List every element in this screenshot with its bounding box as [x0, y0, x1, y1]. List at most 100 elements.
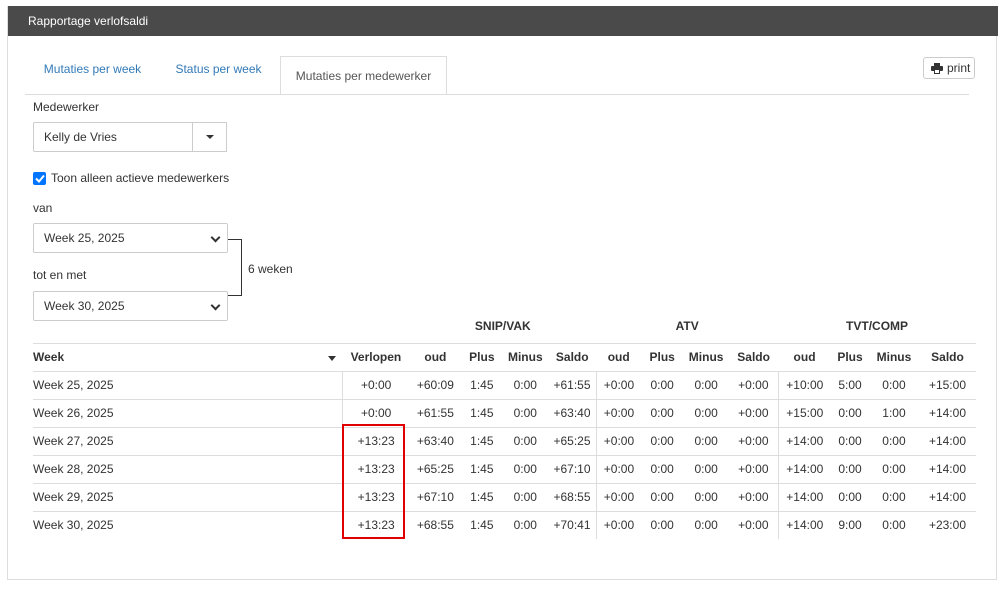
cell-tvt-oud: +14:00 — [778, 454, 832, 483]
cell-snip-minus: 0:00 — [502, 398, 549, 427]
cell-atv-oud: +0:00 — [596, 510, 642, 539]
cell-tvt-minus: 0:00 — [869, 426, 919, 455]
column-header-atv-minus: Minus — [683, 342, 730, 371]
from-week-value: Week 25, 2025 — [44, 231, 125, 245]
employee-value: Kelly de Vries — [44, 130, 117, 144]
cell-atv-saldo: +0:00 — [729, 454, 779, 483]
cell-atv-saldo: +0:00 — [729, 426, 779, 455]
cell-tvt-saldo: +14:00 — [918, 482, 976, 511]
column-header-snip-saldo: Saldo — [548, 342, 597, 371]
cell-tvt-saldo: +15:00 — [918, 370, 976, 399]
cell-tvt-saldo: +14:00 — [918, 454, 976, 483]
cell-tvt-oud: +14:00 — [778, 426, 832, 455]
tab-mutaties-per-week[interactable]: Mutaties per week — [31, 50, 154, 89]
cell-atv-oud: +0:00 — [596, 454, 642, 483]
cell-snip-plus: 1:45 — [461, 454, 503, 483]
cell-snip-minus: 0:00 — [502, 454, 549, 483]
tab-status-per-week[interactable]: Status per week — [160, 50, 277, 89]
cell-tvt-oud: +14:00 — [778, 510, 832, 539]
employee-combobox[interactable]: Kelly de Vries — [33, 122, 193, 152]
report-table: SNIP/VAK ATV TVT/COMP Week Verlopen oud … — [33, 309, 976, 539]
cell-snip-minus: 0:00 — [502, 482, 549, 511]
cell-tvt-oud: +10:00 — [778, 370, 832, 399]
cell-week: Week 30, 2025 — [33, 510, 343, 539]
cell-snip-oud: +60:09 — [409, 370, 462, 399]
employee-label: Medewerker — [33, 100, 100, 114]
printer-icon — [931, 62, 943, 74]
column-header-atv-plus: Plus — [641, 342, 684, 371]
cell-tvt-plus: 0:00 — [831, 454, 869, 483]
cell-week: Week 28, 2025 — [33, 454, 343, 483]
cell-tvt-oud: +15:00 — [778, 398, 832, 427]
cell-snip-plus: 1:45 — [461, 398, 503, 427]
cell-atv-oud: +0:00 — [596, 370, 642, 399]
tab-mutaties-per-medewerker[interactable]: Mutaties per medewerker — [280, 56, 447, 95]
cell-tvt-minus: 0:00 — [869, 510, 919, 539]
cell-snip-saldo: +68:55 — [548, 482, 597, 511]
cell-atv-plus: 0:00 — [641, 370, 684, 399]
column-header-snip-minus: Minus — [502, 342, 549, 371]
group-header-row: SNIP/VAK ATV TVT/COMP — [33, 309, 976, 343]
cell-verlopen: +13:23 — [342, 510, 410, 539]
cell-tvt-plus: 0:00 — [831, 398, 869, 427]
cell-atv-plus: 0:00 — [641, 454, 684, 483]
cell-verlopen: +13:23 — [342, 454, 410, 483]
cell-tvt-plus: 9:00 — [831, 510, 869, 539]
cell-atv-minus: 0:00 — [683, 398, 730, 427]
from-week-select[interactable]: Week 25, 2025 — [33, 223, 228, 253]
print-label: print — [947, 61, 971, 75]
cell-snip-saldo: +63:40 — [548, 398, 597, 427]
column-header-week[interactable]: Week — [33, 342, 343, 371]
cell-atv-plus: 0:00 — [641, 398, 684, 427]
cell-tvt-saldo: +14:00 — [918, 426, 976, 455]
cell-snip-oud: +68:55 — [409, 510, 462, 539]
cell-snip-oud: +67:10 — [409, 482, 462, 511]
cell-snip-oud: +65:25 — [409, 454, 462, 483]
group-header-empty — [33, 309, 342, 343]
active-only-checkbox[interactable] — [33, 172, 46, 185]
cell-atv-minus: 0:00 — [683, 370, 730, 399]
cell-tvt-minus: 0:00 — [869, 482, 919, 511]
cell-atv-oud: +0:00 — [596, 398, 642, 427]
cell-snip-minus: 0:00 — [502, 370, 549, 399]
cell-atv-plus: 0:00 — [641, 426, 684, 455]
chevron-down-icon — [210, 232, 221, 243]
table-body: Week 25, 2025 +0:00 +60:09 1:45 0:00 +61:55 +0… — [33, 370, 976, 539]
duration-text: 6 weken — [248, 262, 293, 276]
caret-down-icon — [205, 135, 214, 139]
print-button[interactable]: print — [923, 57, 975, 79]
cell-snip-plus: 1:45 — [461, 482, 503, 511]
column-header-tvt-oud: oud — [778, 342, 832, 371]
cell-tvt-oud: +14:00 — [778, 482, 832, 511]
cell-tvt-minus: 0:00 — [869, 454, 919, 483]
cell-tvt-saldo: +14:00 — [918, 398, 976, 427]
table-row: Week 28, 2025 +13:23 +65:25 1:45 0:00 +67:10 +… — [33, 454, 976, 483]
cell-atv-minus: 0:00 — [683, 482, 730, 511]
cell-atv-minus: 0:00 — [683, 510, 730, 539]
cell-tvt-plus: 0:00 — [831, 426, 869, 455]
column-header-snip-oud: oud — [409, 342, 462, 371]
cell-verlopen: +0:00 — [342, 398, 410, 427]
column-header-tvt-saldo: Saldo — [918, 342, 976, 371]
cell-verlopen: +13:23 — [342, 482, 410, 511]
column-header-week-label: Week — [33, 350, 65, 364]
panel-title: Rapportage verlofsaldi — [8, 6, 998, 36]
column-header-atv-saldo: Saldo — [729, 342, 779, 371]
tabs-divider — [25, 94, 969, 95]
table-row: Week 29, 2025 +13:23 +67:10 1:45 0:00 +68:55 +… — [33, 482, 976, 511]
checkmark-icon — [34, 174, 45, 183]
table-row: Week 26, 2025 +0:00 +61:55 1:45 0:00 +63:40 +0… — [33, 398, 976, 427]
employee-dropdown-button[interactable] — [193, 122, 227, 152]
cell-snip-plus: 1:45 — [461, 426, 503, 455]
cell-tvt-minus: 1:00 — [869, 398, 919, 427]
cell-snip-oud: +61:55 — [409, 398, 462, 427]
cell-week: Week 27, 2025 — [33, 426, 343, 455]
cell-snip-minus: 0:00 — [502, 510, 549, 539]
table-row: Week 25, 2025 +0:00 +60:09 1:45 0:00 +61:55 +0… — [33, 370, 976, 399]
cell-atv-minus: 0:00 — [683, 426, 730, 455]
cell-atv-oud: +0:00 — [596, 482, 642, 511]
cell-snip-saldo: +61:55 — [548, 370, 597, 399]
cell-atv-saldo: +0:00 — [729, 510, 779, 539]
cell-snip-plus: 1:45 — [461, 510, 503, 539]
cell-snip-minus: 0:00 — [502, 426, 549, 455]
